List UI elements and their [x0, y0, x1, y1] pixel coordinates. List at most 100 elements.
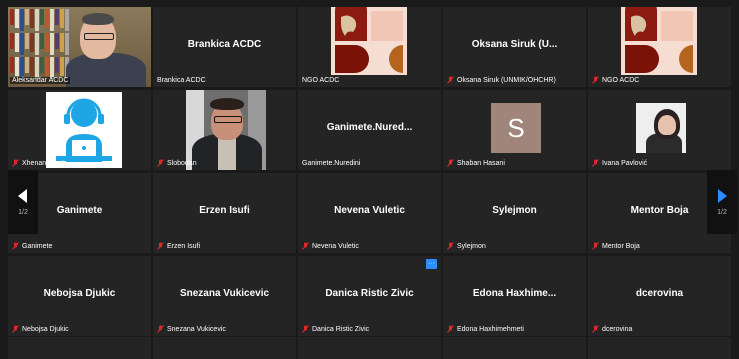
participant-tile[interactable]: Sylejmon Sylejmon — [443, 173, 586, 253]
participant-tile[interactable]: Nebojsa Djukic Nebojsa Djukic — [8, 256, 151, 336]
participant-name-label: Snezana Vukicevic — [157, 325, 226, 333]
tile-stub — [153, 337, 296, 359]
gallery-view: Aleksandar ACDC Brankica ACDC Brankica ACD… — [0, 0, 739, 359]
participant-video — [186, 90, 266, 170]
participant-name-label: Nevena Vuletic — [302, 242, 359, 250]
mic-muted-icon — [302, 242, 309, 250]
participant-name: Danica Ristic Zivic — [312, 325, 370, 333]
participant-name: Brankica ACDC — [157, 77, 206, 84]
participant-name-label: Nebojsa Djukic — [12, 325, 69, 333]
participant-tile[interactable]: Slobodan — [153, 90, 296, 170]
participant-name-label: Aleksandar ACDC — [10, 77, 71, 84]
participant-name-label: Brankica ACDC — [157, 77, 206, 84]
participant-tile[interactable]: dcerovina dcerovina — [588, 256, 731, 336]
participant-name: Sylejmon — [457, 242, 486, 250]
participant-name: Ivana Pavlović — [602, 159, 648, 167]
mic-muted-icon — [592, 242, 599, 250]
mic-muted-icon — [592, 76, 599, 84]
participant-name-label: Slobodan — [157, 159, 197, 167]
participant-name-label: Shaban Hasani — [447, 159, 505, 167]
participant-display-name: Danica Ristic Zivic — [325, 288, 414, 299]
mic-muted-icon — [157, 159, 164, 167]
participant-display-name: Edona Haxhime... — [472, 288, 557, 299]
participant-display-name: Brankica ACDC — [187, 39, 262, 50]
participant-name-label: Erzen Isufi — [157, 242, 200, 250]
participant-tile[interactable]: Ganimete.Nured... Ganimete.Nuredini — [298, 90, 441, 170]
previous-page-button[interactable]: 1/2 — [8, 170, 38, 234]
mic-muted-icon — [592, 159, 599, 167]
more-options-button[interactable]: ··· — [426, 259, 437, 269]
next-row-partial — [8, 337, 731, 359]
participant-display-name: Erzen Isufi — [199, 205, 250, 216]
participant-tile[interactable]: Erzen Isufi Erzen Isufi — [153, 173, 296, 253]
participant-name: Nebojsa Djukic — [22, 325, 69, 333]
participant-display-name: Sylejmon — [492, 205, 537, 216]
bookshelf — [10, 57, 69, 79]
mic-muted-icon — [12, 242, 19, 250]
participant-name: NGO ACDC — [302, 77, 340, 84]
participant-name: dcerovina — [602, 325, 633, 333]
arrow-right-icon — [718, 188, 727, 203]
bookshelf — [10, 9, 69, 31]
participant-tile[interactable]: NGO ACDC — [298, 7, 441, 87]
next-page-button[interactable]: 1/2 — [707, 170, 737, 234]
mic-muted-icon — [157, 325, 164, 333]
participant-name: Erzen Isufi — [167, 242, 201, 250]
participant-name: Xhenana Arzt — [22, 159, 65, 167]
participant-tile[interactable]: NGO ACDC — [588, 7, 731, 87]
participant-display-name: Nevena Vuletic — [334, 205, 405, 216]
participant-name-label: Ganimete.Nuredini — [302, 160, 360, 167]
page-indicator: 1/2 — [18, 208, 28, 216]
participant-display-name: Oksana Siruk (U... — [471, 39, 558, 50]
participant-tile[interactable]: Oksana Siruk (U... Oksana Siruk (UNMIK/OH… — [443, 7, 586, 87]
participant-tile[interactable]: Xhenana Arzt — [8, 90, 151, 170]
mic-muted-icon — [302, 325, 309, 333]
mic-muted-icon — [157, 242, 164, 250]
participant-photo — [636, 103, 686, 153]
participant-tile[interactable]: Edona Haxhime... Edona Haxhimehmeti — [443, 256, 586, 336]
participant-tile[interactable]: Snezana Vukicevic Snezana Vukicevic — [153, 256, 296, 336]
participant-tile[interactable]: Danica Ristic Zivic ··· Danica Ristic Zivi… — [298, 256, 441, 336]
ngo-logo — [621, 7, 697, 75]
participant-name: Mentor Boja — [602, 242, 640, 250]
participant-tile[interactable]: Ivana Pavlović — [588, 90, 731, 170]
mic-muted-icon — [447, 325, 454, 333]
mic-muted-icon — [447, 76, 454, 84]
participant-name: Snezana Vukicevic — [167, 325, 226, 333]
participant-name: Slobodan — [167, 159, 197, 167]
participant-avatar: S — [491, 103, 541, 153]
participant-video — [8, 7, 151, 87]
participant-name-label: Danica Ristic Zivic — [302, 325, 369, 333]
participant-name: Ganimete.Nuredini — [302, 160, 361, 167]
participant-display-name: Ganimete.Nured... — [326, 122, 413, 133]
mic-muted-icon — [12, 159, 19, 167]
participant-name-label: dcerovina — [592, 325, 632, 333]
participant-name: Oksana Siruk (UNMIK/OHCHR) — [457, 76, 556, 84]
participant-name-label: Ivana Pavlović — [592, 159, 647, 167]
participant-name-label: NGO ACDC — [592, 76, 639, 84]
participant-tile[interactable]: S Shaban Hasani — [443, 90, 586, 170]
participant-name: Nevena Vuletic — [312, 242, 359, 250]
participant-name: NGO ACDC — [602, 76, 640, 84]
participant-name-label: Sylejmon — [447, 242, 486, 250]
page-indicator: 1/2 — [717, 208, 727, 216]
participant-tile[interactable]: Nevena Vuletic Nevena Vuletic — [298, 173, 441, 253]
participant-name-label: Oksana Siruk (UNMIK/OHCHR) — [447, 76, 556, 84]
participant-tile[interactable]: Brankica ACDC Brankica ACDC — [153, 7, 296, 87]
headset-avatar — [46, 92, 122, 168]
tile-stub — [298, 337, 441, 359]
mic-muted-icon — [447, 242, 454, 250]
participant-name-label: Mentor Boja — [592, 242, 640, 250]
tile-stub — [588, 337, 731, 359]
mic-muted-icon — [12, 325, 19, 333]
tile-stub — [443, 337, 586, 359]
participant-name: Ganimete — [22, 242, 53, 250]
participant-name-label: Xhenana Arzt — [12, 159, 64, 167]
participant-name: Aleksandar ACDC — [12, 77, 69, 84]
participant-name-label: NGO ACDC — [302, 77, 339, 84]
more-options-icon: ··· — [428, 260, 435, 267]
mic-muted-icon — [447, 159, 454, 167]
participant-tile[interactable]: Aleksandar ACDC — [8, 7, 151, 87]
ngo-logo — [331, 7, 407, 75]
participant-grid: Aleksandar ACDC Brankica ACDC Brankica ACD… — [8, 7, 731, 336]
